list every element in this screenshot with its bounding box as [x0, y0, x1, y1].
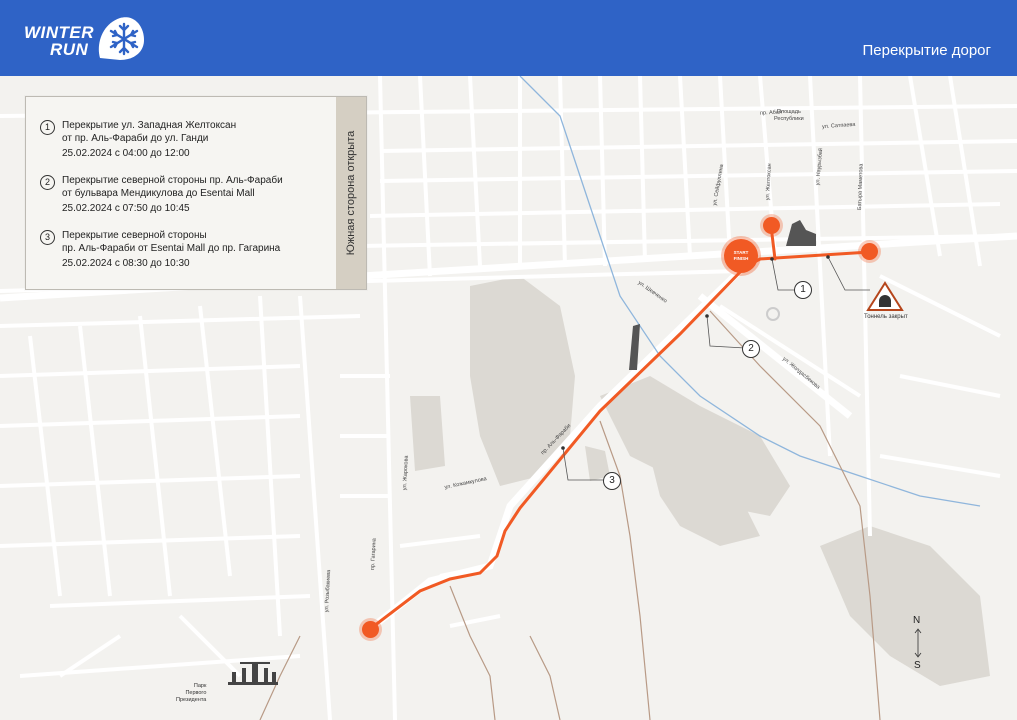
- callout-2[interactable]: 2: [742, 340, 760, 358]
- header-bar: WINTER RUN Перекрытие дорог: [0, 0, 1017, 76]
- legend-item-1-line2: от пр. Аль-Фараби до ул. Ганди: [62, 132, 209, 144]
- callout-3[interactable]: 3: [603, 472, 621, 490]
- legend-item-2-line2: от бульвара Мендикулова до Esentai Mall: [62, 187, 255, 199]
- legend-side-panel: Южная сторона открыта: [336, 97, 366, 289]
- legend-item-3: 3 Перекрытие северной стороны пр. Аль-Фа…: [40, 230, 281, 271]
- south-side-open-label: Южная сторона открыта: [345, 130, 357, 256]
- compass-north: N: [913, 615, 921, 626]
- legend-item-3-date: 25.02.2024 с 08:30 до 10:30: [62, 258, 190, 269]
- legend-number-2: 2: [40, 175, 55, 190]
- legend-number-1: 1: [40, 120, 55, 135]
- winter-run-logo[interactable]: WINTER RUN: [24, 14, 154, 64]
- logo-text-run: RUN: [50, 40, 89, 59]
- compass-south: S: [914, 660, 921, 671]
- closure-point-gagarina[interactable]: [362, 621, 379, 638]
- legend-item-1-line1: Перекрытие ул. Западная Желтоксан: [62, 120, 237, 131]
- closure-point-zheltoksan[interactable]: [763, 217, 780, 234]
- legend-item-1-date: 25.02.2024 с 04:00 до 12:00: [62, 148, 190, 159]
- street-label-ploshad-line2: Республики: [774, 116, 804, 122]
- snowflake-icon: [98, 17, 144, 60]
- legend-item-2-line1: Перекрытие северной стороны пр. Аль-Фара…: [62, 175, 283, 186]
- legend-number-3: 3: [40, 230, 55, 245]
- park-label: Парк Первого Президента: [176, 683, 206, 704]
- park-label-line2: Первого: [185, 690, 207, 696]
- legend-item-2: 2 Перекрытие северной стороны пр. Аль-Фа…: [40, 175, 283, 216]
- start-finish-marker[interactable]: START FINISH: [724, 239, 758, 273]
- callout-1[interactable]: 1: [794, 281, 812, 299]
- legend-item-3-line2: пр. Аль-Фараби от Esentai Mall до пр. Га…: [62, 242, 281, 254]
- park-label-line3: Президента: [176, 697, 207, 703]
- page-title: Перекрытие дорог: [862, 42, 991, 59]
- legend-item-3-line1: Перекрытие северной стороны: [62, 230, 207, 241]
- legend-item-1: 1 Перекрытие ул. Западная Желтоксан от п…: [40, 120, 237, 161]
- street-label-ploshad: Площадь Республики: [774, 109, 804, 123]
- logo-text-winter: WINTER: [24, 23, 95, 42]
- closure-point-mametova[interactable]: [861, 243, 878, 260]
- finish-label: FINISH: [733, 256, 749, 261]
- legend-item-2-date: 25.02.2024 с 07:50 до 10:45: [62, 203, 190, 214]
- tunnel-closed-label: Тоннель закрыт: [864, 314, 908, 320]
- park-label-line1: Парк: [193, 683, 207, 689]
- closure-legend: 1 Перекрытие ул. Западная Желтоксан от п…: [25, 96, 367, 290]
- street-label-ploshad-line1: Площадь: [776, 109, 801, 115]
